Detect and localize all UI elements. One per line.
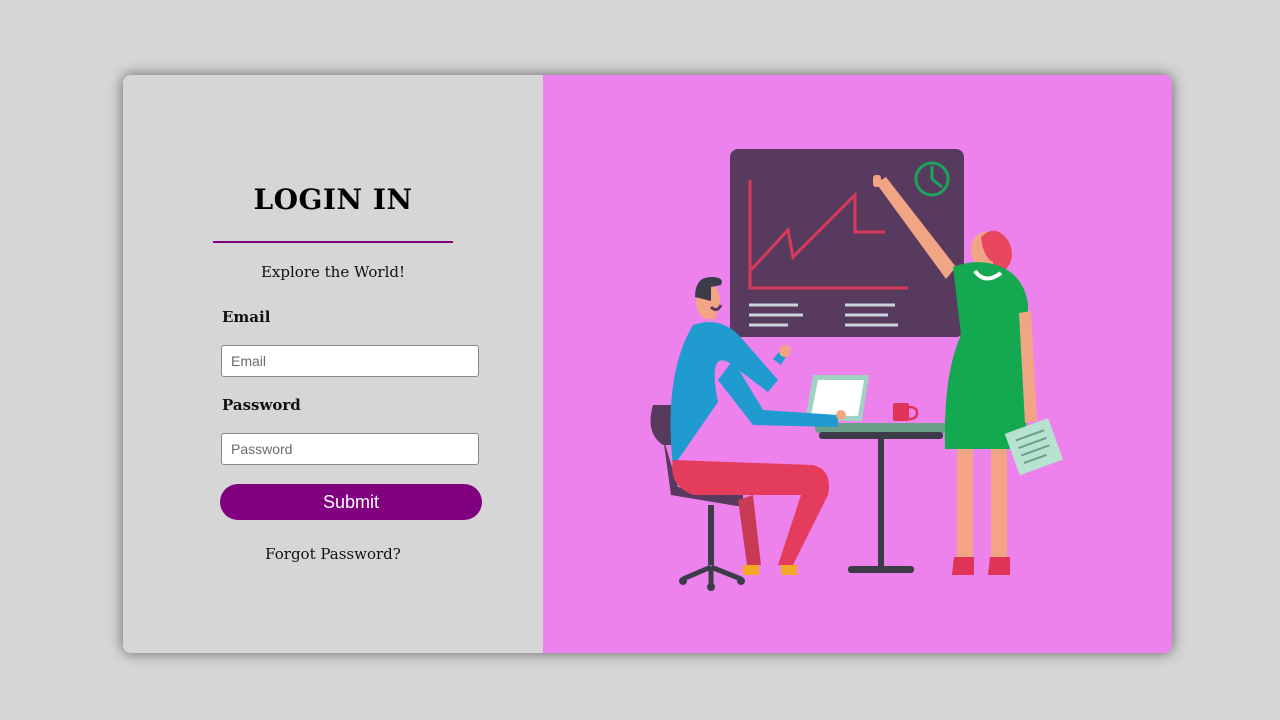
page-title: LOGIN IN <box>253 183 413 216</box>
title-divider <box>213 241 453 243</box>
submit-button[interactable]: Submit <box>220 484 482 520</box>
email-field[interactable] <box>221 345 479 377</box>
forgot-password-link[interactable]: Forgot Password? <box>213 545 453 563</box>
login-card: LOGIN IN Explore the World! Email Passwo… <box>123 75 1172 653</box>
tagline: Explore the World! <box>260 263 406 281</box>
chair <box>650 405 745 591</box>
login-panel: LOGIN IN Explore the World! Email Passwo… <box>123 75 543 653</box>
password-label: Password <box>222 396 301 414</box>
password-field[interactable] <box>221 433 479 465</box>
illustration-panel <box>543 75 1172 653</box>
desk <box>805 375 947 573</box>
email-label: Email <box>222 308 271 326</box>
business-presentation-illustration <box>650 149 1064 591</box>
